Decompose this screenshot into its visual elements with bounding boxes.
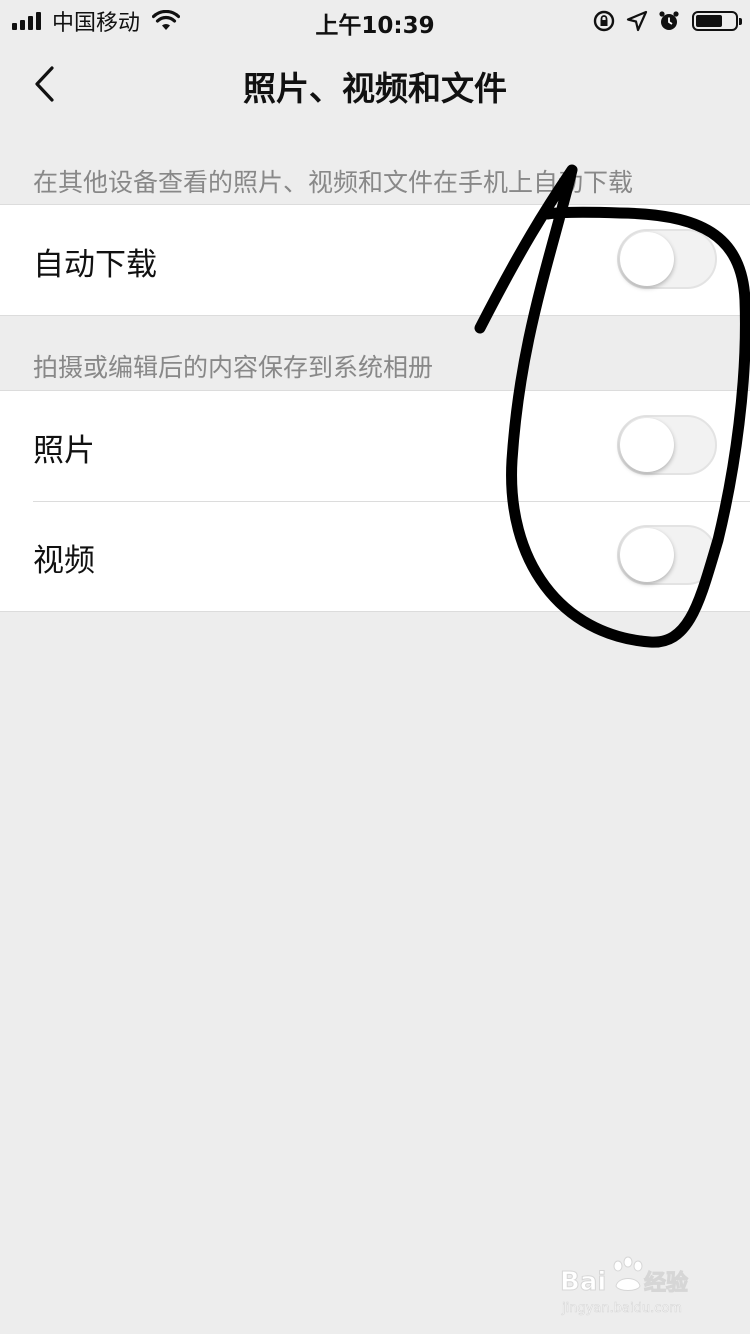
svg-text:Bai: Bai	[560, 1267, 606, 1297]
page-title: 照片、视频和文件	[243, 69, 507, 108]
location-icon	[626, 10, 648, 32]
toggle-knob	[620, 528, 674, 582]
settings-group-save-to-album: 照片 视频	[0, 390, 750, 612]
section-header-save-to-album: 拍摄或编辑后的内容保存到系统相册	[33, 353, 434, 382]
settings-group-auto-download: 自动下载	[0, 204, 750, 316]
auto-download-toggle[interactable]	[617, 229, 717, 289]
settings-row-photos: 照片	[0, 391, 750, 501]
annotation-marker-circle	[474, 164, 750, 648]
battery-icon	[692, 11, 742, 31]
baidu-jingyan-watermark-logo: Bai 经验 jingyan.baidu.com	[560, 1256, 689, 1316]
row-label: 照片	[33, 433, 95, 469]
rotation-lock-icon	[593, 10, 615, 32]
photos-toggle[interactable]	[617, 415, 717, 475]
row-label: 自动下载	[33, 247, 157, 283]
videos-toggle[interactable]	[617, 525, 717, 585]
settings-row-videos: 视频	[0, 501, 750, 611]
toggle-knob	[620, 232, 674, 286]
svg-text:经验: 经验	[644, 1270, 688, 1296]
status-right	[582, 6, 742, 36]
status-bar: 中国移动 上午10:39	[0, 0, 750, 40]
svg-text:jingyan.baidu.com: jingyan.baidu.com	[561, 1301, 682, 1316]
alarm-icon	[659, 11, 679, 30]
section-header-auto-download: 在其他设备查看的照片、视频和文件在手机上自动下载	[33, 168, 634, 197]
nav-bar: 照片、视频和文件	[0, 40, 750, 128]
settings-row-auto-download: 自动下载	[0, 205, 750, 315]
row-label: 视频	[33, 543, 95, 579]
toggle-knob	[620, 418, 674, 472]
